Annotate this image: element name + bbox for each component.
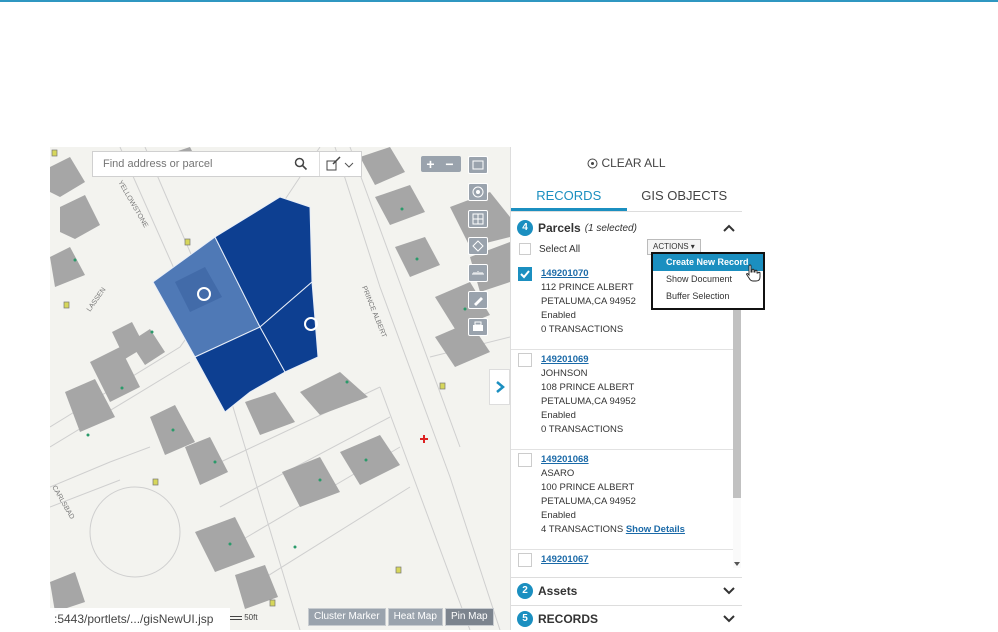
record-line: 4 TRANSACTIONS xyxy=(541,524,624,535)
clear-all-button[interactable]: CLEAR ALL xyxy=(511,147,742,179)
grid-icon xyxy=(472,213,484,225)
record-checkbox[interactable] xyxy=(518,453,532,467)
record-line: 108 PRINCE ALBERT xyxy=(541,382,635,393)
basemap-button[interactable] xyxy=(468,156,488,174)
locate-icon xyxy=(472,186,484,198)
edit-icon xyxy=(474,297,483,306)
record-line: Enabled xyxy=(541,410,576,421)
record-line: JOHNSON xyxy=(541,368,588,379)
list-item[interactable]: 149201068 ASARO 100 PRINCE ALBERT PETALU… xyxy=(511,449,733,550)
chevron-down-icon[interactable] xyxy=(723,586,735,596)
record-line: PETALUMA,CA 94952 xyxy=(541,496,636,507)
chevron-down-icon[interactable] xyxy=(723,614,735,624)
records-section-header[interactable]: 5 RECORDS xyxy=(517,608,598,630)
record-line: PETALUMA,CA 94952 xyxy=(541,296,636,307)
parcels-count-badge: 4 xyxy=(517,220,533,236)
record-checkbox[interactable] xyxy=(518,267,532,281)
record-line: 0 TRANSACTIONS xyxy=(541,424,624,435)
layers-button[interactable] xyxy=(468,237,488,255)
search-bar xyxy=(92,151,362,177)
caret-down-icon: ▾ xyxy=(690,242,695,251)
parcel-id-link[interactable]: 149201069 xyxy=(541,353,636,367)
draw-select-icon[interactable] xyxy=(325,155,357,173)
zoom-in-button[interactable]: + xyxy=(421,156,440,172)
records-count-badge: 5 xyxy=(517,611,533,627)
parcels-section-header[interactable]: 4 Parcels (1 selected) xyxy=(517,217,637,239)
scale-bar: 50ft xyxy=(230,613,258,622)
cluster-marker-button[interactable]: Cluster Marker xyxy=(308,608,386,626)
search-icon[interactable] xyxy=(294,157,308,171)
edit-button[interactable] xyxy=(468,291,488,309)
chevron-right-icon xyxy=(496,381,505,393)
assets-section[interactable]: 2 Assets xyxy=(511,577,742,604)
tab-records[interactable]: RECORDS xyxy=(511,183,627,211)
map-view[interactable]: YELLOWSTONE LASSEN PRINCE ALBERT CARLSBA… xyxy=(50,147,510,630)
record-line: 0 TRANSACTIONS xyxy=(541,324,624,335)
list-item[interactable]: 149201067 xyxy=(511,549,733,573)
search-input[interactable] xyxy=(101,157,305,171)
measure-icon xyxy=(472,271,484,275)
zoom-controls: + − xyxy=(421,156,461,172)
clear-all-label: CLEAR ALL xyxy=(601,156,666,170)
parcel-id-link[interactable]: 149201068 xyxy=(541,453,685,467)
actions-label: ACTIONS xyxy=(653,242,689,251)
record-checkbox[interactable] xyxy=(518,353,532,367)
panel-toggle-button[interactable] xyxy=(489,369,510,405)
record-line: ASARO xyxy=(541,468,575,479)
street-label: CARLSBAD xyxy=(50,485,75,521)
zoom-out-button[interactable]: − xyxy=(440,156,459,172)
map-layer-buttons: Cluster Marker Heat Map Pin Map xyxy=(308,608,496,626)
parcel-id-link[interactable]: 149201067 xyxy=(541,553,589,567)
scrollbar-thumb[interactable] xyxy=(733,308,741,498)
select-all-checkbox[interactable] xyxy=(519,243,531,255)
assets-section-header[interactable]: 2 Assets xyxy=(517,580,577,602)
street-label: PRINCE ALBERT xyxy=(360,285,387,339)
record-line: 100 PRINCE ALBERT xyxy=(541,482,635,493)
record-line: 112 PRINCE ALBERT xyxy=(541,282,634,293)
status-url: :5443/portlets/.../gisNewUI.jsp xyxy=(50,608,230,630)
record-checkbox[interactable] xyxy=(518,553,532,567)
scroll-down-icon[interactable] xyxy=(733,561,741,567)
select-all-label: Select All xyxy=(539,243,581,255)
pin-map-button[interactable]: Pin Map xyxy=(444,608,494,626)
tab-gis-objects[interactable]: GIS OBJECTS xyxy=(627,183,743,211)
layers-icon xyxy=(472,240,484,252)
basemap-icon xyxy=(472,160,484,170)
heat-map-button[interactable]: Heat Map xyxy=(387,608,443,626)
menu-item-buffer-selection[interactable]: Buffer Selection xyxy=(653,288,763,305)
list-item[interactable]: 149201069 JOHNSON 108 PRINCE ALBERT PETA… xyxy=(511,349,733,450)
checkmark-icon xyxy=(520,270,530,279)
street-label: LASSEN xyxy=(86,287,108,314)
chevron-up-icon[interactable] xyxy=(723,223,735,233)
clear-circle-icon xyxy=(587,158,598,168)
hand-cursor-icon xyxy=(746,264,761,282)
map-canvas[interactable]: YELLOWSTONE LASSEN PRINCE ALBERT CARLSBA… xyxy=(50,147,510,630)
record-line: Enabled xyxy=(541,310,576,321)
records-section[interactable]: 5 RECORDS xyxy=(511,605,742,632)
select-all[interactable]: Select All xyxy=(519,243,580,255)
records-section-label: RECORDS xyxy=(538,612,599,626)
parcels-label: Parcels xyxy=(538,221,581,235)
parcels-selected-count: (1 selected) xyxy=(584,222,637,234)
locate-button[interactable] xyxy=(468,183,488,201)
street-label: YELLOWSTONE xyxy=(116,180,149,230)
parcel-id-link[interactable]: 149201070 xyxy=(541,267,636,281)
print-icon xyxy=(473,321,483,331)
panel-tabs: RECORDS GIS OBJECTS xyxy=(511,183,742,212)
measure-button[interactable] xyxy=(468,264,488,282)
scale-label: 50ft xyxy=(244,613,258,622)
assets-count-badge: 2 xyxy=(517,583,533,599)
results-panel: CLEAR ALL RECORDS GIS OBJECTS 4 Parcels … xyxy=(510,147,765,632)
record-line: PETALUMA,CA 94952 xyxy=(541,396,636,407)
search-divider xyxy=(319,152,320,176)
top-accent-line xyxy=(0,0,998,2)
assets-label: Assets xyxy=(538,584,578,598)
record-line: Enabled xyxy=(541,510,576,521)
print-button[interactable] xyxy=(468,318,488,336)
grid-button[interactable] xyxy=(468,210,488,228)
show-details-link[interactable]: Show Details xyxy=(626,524,685,535)
